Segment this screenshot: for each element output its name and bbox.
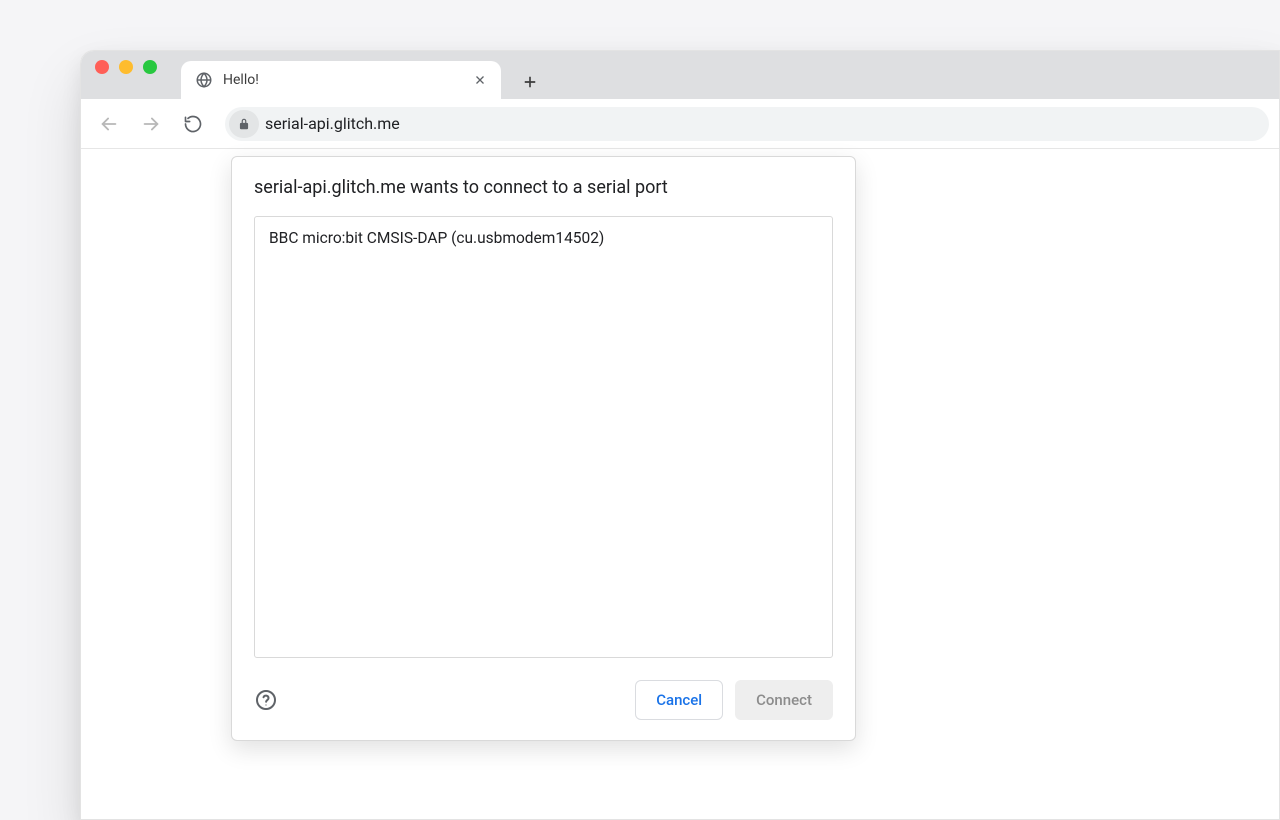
device-list[interactable]: BBC micro:bit CMSIS-DAP (cu.usbmodem1450… [254, 216, 833, 658]
dialog-title: serial-api.glitch.me wants to connect to… [254, 177, 833, 198]
forward-button[interactable] [133, 106, 169, 142]
page-content: serial-api.glitch.me wants to connect to… [81, 149, 1279, 819]
new-tab-button[interactable] [513, 65, 547, 99]
device-list-item[interactable]: BBC micro:bit CMSIS-DAP (cu.usbmodem1450… [255, 217, 832, 259]
globe-icon [195, 71, 213, 89]
minimize-window-button[interactable] [119, 60, 133, 74]
cancel-button[interactable]: Cancel [635, 680, 723, 720]
url-text: serial-api.glitch.me [265, 114, 400, 133]
close-tab-button[interactable] [471, 71, 489, 89]
fullscreen-window-button[interactable] [143, 60, 157, 74]
back-button[interactable] [91, 106, 127, 142]
serial-port-chooser-dialog: serial-api.glitch.me wants to connect to… [231, 156, 856, 741]
close-window-button[interactable] [95, 60, 109, 74]
browser-tab[interactable]: Hello! [181, 61, 501, 99]
help-icon [254, 688, 278, 712]
toolbar: serial-api.glitch.me [81, 99, 1279, 149]
connect-button-label: Connect [756, 691, 812, 709]
help-button[interactable] [254, 688, 278, 712]
tab-title: Hello! [223, 72, 461, 88]
browser-window: Hello! [80, 50, 1280, 820]
tab-strip: Hello! [81, 51, 1279, 99]
lock-icon [237, 117, 251, 131]
cancel-button-label: Cancel [656, 691, 702, 709]
reload-button[interactable] [175, 106, 211, 142]
dialog-footer: Cancel Connect [254, 680, 833, 720]
address-bar[interactable]: serial-api.glitch.me [225, 107, 1269, 141]
window-controls [95, 51, 181, 99]
connect-button[interactable]: Connect [735, 680, 833, 720]
site-info-button[interactable] [229, 110, 259, 138]
